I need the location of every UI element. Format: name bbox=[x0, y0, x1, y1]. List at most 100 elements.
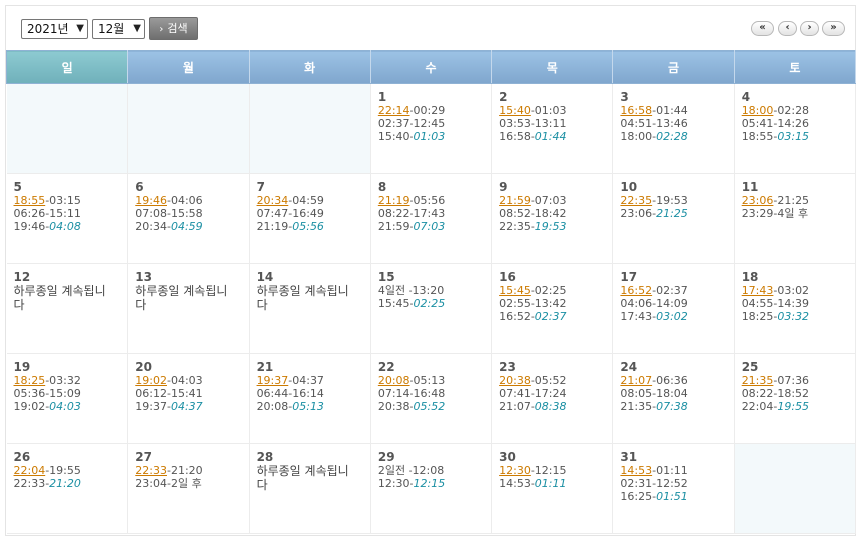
end-time-text: 05:13 bbox=[292, 400, 324, 413]
time-text: 20:38- bbox=[377, 400, 414, 413]
rise-time-link[interactable]: 19:37 bbox=[257, 374, 289, 387]
rise-time-link[interactable]: 15:45 bbox=[499, 284, 531, 297]
end-time-text: 12:15 bbox=[413, 477, 446, 490]
rise-time-link[interactable]: 22:04 bbox=[14, 464, 46, 477]
rise-time-link[interactable]: 15:40 bbox=[499, 104, 531, 117]
day-cell: 9 21:59-07:03 08:52-18:42 22:35-19:53 bbox=[491, 173, 614, 264]
day-cell: 1 22:14-00:29 02:37-12:45 15:40-01:03 bbox=[370, 83, 493, 174]
year-select-value: 2021년 bbox=[27, 22, 69, 36]
time-text: 06:12-15:41 bbox=[135, 387, 203, 400]
next-page-button[interactable]: › bbox=[800, 21, 819, 36]
rise-time-link[interactable]: 20:08 bbox=[378, 374, 410, 387]
day-cell: 25 21:35-07:36 08:22-18:52 22:04-19:55 bbox=[734, 353, 857, 444]
rise-time-link[interactable]: 18:55 bbox=[14, 194, 46, 207]
first-page-button[interactable]: « bbox=[751, 21, 774, 36]
weekday-header: 금 bbox=[612, 50, 735, 84]
end-time-text: 19:53 bbox=[534, 220, 567, 233]
day-number: 28 bbox=[256, 450, 274, 464]
day-number: 1 bbox=[377, 90, 387, 104]
rise-time-link[interactable]: 22:14 bbox=[378, 104, 410, 117]
day-cell: 27 22:33-21:20 23:04-2일 후 bbox=[127, 443, 250, 534]
rise-time-link[interactable]: 17:43 bbox=[742, 284, 774, 297]
all-day-note: 하루종일 계속됩니다 bbox=[256, 464, 349, 492]
week-row: 26 22:04-19:55 22:33-21:20 27 22:33-21:20 23:… bbox=[6, 443, 857, 534]
day-number: 3 bbox=[620, 90, 629, 104]
day-number: 15 bbox=[377, 270, 395, 284]
last-page-button[interactable]: » bbox=[822, 21, 845, 36]
time-text: 08:22-17:43 bbox=[377, 207, 446, 220]
day-number: 7 bbox=[256, 180, 265, 194]
time-line: 04:55-14:39 bbox=[742, 297, 855, 310]
rise-time-link[interactable]: 14:53 bbox=[620, 464, 652, 477]
time-line: 15:40-01:03 bbox=[499, 104, 612, 117]
end-time-text: 05:52 bbox=[413, 400, 446, 413]
rise-time-link[interactable]: 21:35 bbox=[742, 374, 774, 387]
rise-time-link[interactable]: 21:07 bbox=[620, 374, 652, 387]
rise-time-link[interactable]: 16:58 bbox=[620, 104, 652, 117]
time-line: 22:35-19:53 bbox=[499, 220, 612, 233]
time-line: 03:53-13:11 bbox=[499, 117, 612, 130]
end-time-text: 01:51 bbox=[656, 490, 688, 503]
time-line: 2일전 -12:08 bbox=[378, 464, 491, 477]
rise-time-link[interactable]: 12:30 bbox=[499, 464, 531, 477]
time-text: -03:02 bbox=[773, 284, 810, 297]
year-select[interactable]: 2021년 ▼ bbox=[21, 19, 88, 39]
rise-time-link[interactable]: 21:19 bbox=[378, 194, 410, 207]
chevron-down-icon: ▼ bbox=[133, 23, 141, 34]
month-select[interactable]: 12월 ▼ bbox=[92, 19, 145, 39]
calendar-panel: 2021년 ▼ 12월 ▼ › 검색 « ‹ › » 일 월 화 수 목 금 토 … bbox=[5, 5, 857, 536]
rise-time-link[interactable]: 22:33 bbox=[135, 464, 167, 477]
day-cell: 10 22:35-19:53 23:06-21:25 bbox=[612, 173, 735, 264]
calendar-toolbar: 2021년 ▼ 12월 ▼ › 검색 « ‹ › » bbox=[6, 6, 855, 50]
day-number: 26 bbox=[13, 450, 31, 464]
time-text: 20:08- bbox=[256, 400, 293, 413]
time-text: -19:55 bbox=[45, 464, 81, 477]
day-number: 16 bbox=[499, 270, 516, 284]
weekday-header: 목 bbox=[491, 50, 614, 84]
time-line: 02:55-13:42 bbox=[499, 297, 612, 310]
rise-time-link[interactable]: 16:52 bbox=[620, 284, 652, 297]
time-line: 08:05-18:04 bbox=[620, 387, 733, 400]
search-button[interactable]: › 검색 bbox=[149, 17, 198, 40]
rise-time-link[interactable]: 21:59 bbox=[499, 194, 531, 207]
time-line: 16:25-01:51 bbox=[620, 490, 733, 503]
time-line: 18:00-02:28 bbox=[742, 104, 855, 117]
time-text: 07:14-16:48 bbox=[377, 387, 446, 400]
rise-time-link[interactable]: 23:06 bbox=[742, 194, 774, 207]
time-text: 22:04- bbox=[741, 400, 778, 413]
time-text: -21:25 bbox=[773, 194, 810, 207]
rise-time-link[interactable]: 18:25 bbox=[14, 374, 46, 387]
time-line: 17:43-03:02 bbox=[620, 310, 733, 323]
time-text: 23:04-2일 후 bbox=[135, 477, 202, 490]
day-number: 10 bbox=[620, 180, 638, 194]
time-text: 06:26-15:11 bbox=[13, 207, 81, 220]
rise-time-link[interactable]: 19:46 bbox=[135, 194, 167, 207]
time-text: 07:08-15:58 bbox=[135, 207, 203, 220]
time-text: 23:29-4일 후 bbox=[741, 207, 809, 220]
rise-time-link[interactable]: 20:38 bbox=[499, 374, 531, 387]
time-line: 07:47-16:49 bbox=[257, 207, 370, 220]
time-line: 12:30-12:15 bbox=[499, 464, 612, 477]
time-text: 15:40- bbox=[377, 130, 414, 143]
time-line: 07:14-16:48 bbox=[378, 387, 491, 400]
time-line: 08:22-17:43 bbox=[378, 207, 491, 220]
rise-time-link[interactable]: 22:35 bbox=[620, 194, 652, 207]
time-text: -01:03 bbox=[530, 104, 567, 117]
day-cell: 30 12:30-12:15 14:53-01:11 bbox=[491, 443, 614, 534]
rise-time-link[interactable]: 19:02 bbox=[135, 374, 167, 387]
day-cell: 16 15:45-02:25 02:55-13:42 16:52-02:37 bbox=[491, 263, 614, 354]
day-cell: 29 2일전 -12:08 12:30-12:15 bbox=[370, 443, 493, 534]
time-text: 23:06- bbox=[620, 207, 657, 220]
time-text: 06:44-16:14 bbox=[256, 387, 324, 400]
empty-day-cell bbox=[127, 83, 250, 174]
rise-time-link[interactable]: 20:34 bbox=[257, 194, 289, 207]
rise-time-link[interactable]: 18:00 bbox=[742, 104, 774, 117]
time-line: 23:06-21:25 bbox=[620, 207, 733, 220]
time-line: 23:06-21:25 bbox=[742, 194, 855, 207]
time-text: 03:53-13:11 bbox=[499, 117, 567, 130]
time-line: 19:46-04:08 bbox=[14, 220, 128, 233]
time-line: 18:55-03:15 bbox=[742, 130, 855, 143]
prev-page-button[interactable]: ‹ bbox=[778, 21, 797, 36]
end-time-text: 02:28 bbox=[656, 130, 688, 143]
day-cell: 6 19:46-04:06 07:08-15:58 20:34-04:59 bbox=[127, 173, 250, 264]
